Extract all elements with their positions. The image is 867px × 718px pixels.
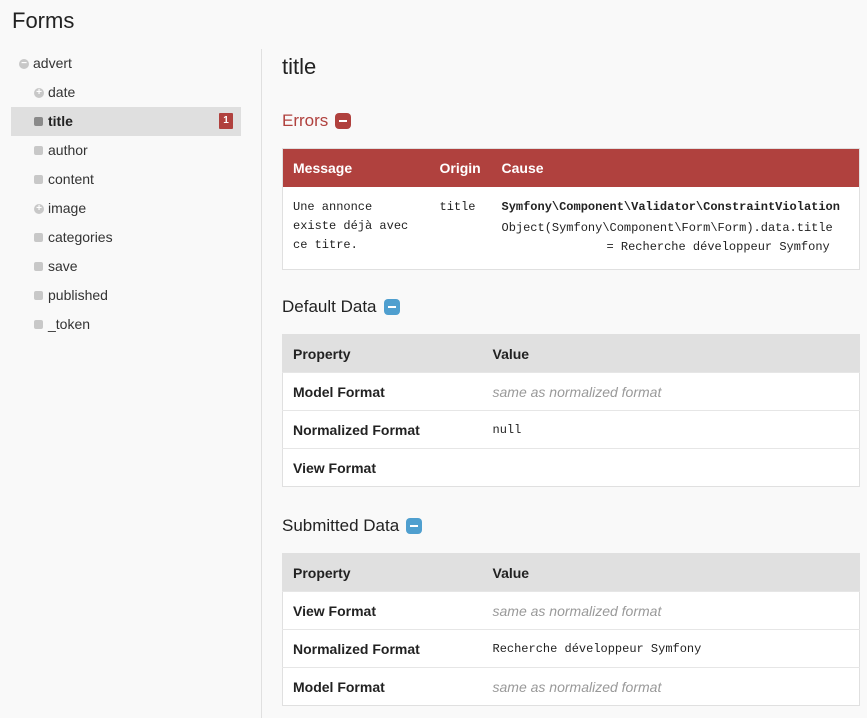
property-value [482, 448, 860, 487]
errors-table: Message Origin Cause Une annonce existe … [282, 148, 860, 270]
sidebar-divider [261, 49, 262, 718]
field-title: title [282, 54, 317, 79]
error-message-line: ce titre. [293, 237, 358, 252]
table-row: Model Format same as normalized format [282, 667, 860, 706]
property-value: same as normalized format [482, 372, 860, 411]
collapse-default-data-icon[interactable] [383, 299, 400, 315]
table-row: Une annonce existe déjà avec ce titre. t… [283, 187, 860, 270]
error-origin: title [439, 199, 476, 214]
square-bullet-icon [34, 117, 43, 126]
tree-item-advert[interactable]: − advert [11, 49, 241, 78]
square-bullet-icon [34, 262, 43, 271]
square-bullet-icon [34, 320, 43, 329]
table-row: Normalized Format null [282, 410, 860, 449]
property-name: Normalized Format [282, 629, 483, 668]
table-row: View Format [282, 448, 860, 487]
tree-item-label: author [48, 142, 88, 158]
property-name: View Format [282, 448, 483, 487]
table-row: Normalized Format Recherche développeur … [282, 629, 860, 668]
collapse-submitted-data-icon[interactable] [406, 518, 423, 534]
errors-heading-label: Errors [282, 111, 329, 130]
col-header-origin: Origin [429, 148, 492, 187]
table-row: View Format same as normalized format [282, 591, 860, 630]
col-header-value: Value [482, 334, 860, 373]
property-name: Model Format [282, 372, 483, 411]
tree-item-date[interactable]: + date [11, 78, 241, 107]
expand-circle-icon[interactable]: + [34, 88, 44, 98]
default-data-heading: Default Data [282, 297, 400, 317]
collapse-circle-icon[interactable]: − [19, 59, 29, 69]
square-bullet-icon [34, 291, 43, 300]
form-tree: − advert + date title 1 author content +… [11, 49, 241, 339]
error-message-line: Une annonce [293, 199, 373, 214]
submitted-data-heading: Submitted Data [282, 516, 423, 536]
tree-item-label: categories [48, 229, 113, 245]
tree-item-label: image [48, 200, 87, 216]
square-bullet-icon [34, 175, 43, 184]
col-header-property: Property [282, 553, 483, 592]
col-header-property: Property [282, 334, 483, 373]
tree-item-token[interactable]: _token [11, 310, 241, 339]
square-bullet-icon [34, 146, 43, 155]
cause-class: Symfony\Component\Validator\ConstraintVi… [501, 199, 840, 214]
tree-item-label: content [48, 171, 94, 187]
page-title: Forms [12, 8, 75, 33]
tree-item-image[interactable]: + image [11, 194, 241, 223]
error-message-line: existe déjà avec [293, 218, 409, 233]
tree-item-content[interactable]: content [11, 165, 241, 194]
tree-item-label: save [48, 258, 78, 274]
errors-heading: Errors [282, 111, 352, 131]
property-name: Normalized Format [282, 410, 483, 449]
submitted-data-heading-label: Submitted Data [282, 516, 400, 535]
tree-item-label: date [48, 84, 76, 100]
tree-item-title[interactable]: title 1 [11, 107, 241, 136]
error-cause: Symfony\Component\Validator\ConstraintVi… [492, 187, 860, 270]
expand-circle-icon[interactable]: + [34, 204, 44, 214]
col-header-value: Value [482, 553, 860, 592]
tree-item-label: title [48, 113, 73, 129]
default-data-heading-label: Default Data [282, 297, 377, 316]
property-value: Recherche développeur Symfony [482, 629, 860, 668]
tree-item-author[interactable]: author [11, 136, 241, 165]
table-row: Model Format same as normalized format [282, 372, 860, 411]
collapse-errors-icon[interactable] [335, 113, 352, 129]
tree-item-save[interactable]: save [11, 252, 241, 281]
cause-path: Object(Symfony\Component\Form\Form).data… [501, 220, 833, 235]
tree-item-label: published [48, 287, 108, 303]
col-header-message: Message [282, 148, 430, 187]
tree-item-label: _token [48, 316, 91, 332]
default-data-table: Property Value Model Format same as norm… [282, 334, 860, 487]
submitted-data-table: Property Value View Format same as norma… [282, 553, 860, 706]
square-bullet-icon [34, 233, 43, 242]
property-name: Model Format [282, 667, 483, 706]
property-value: null [482, 410, 860, 449]
cause-value: = Recherche développeur Symfony [606, 239, 830, 254]
tree-item-label: advert [33, 55, 72, 71]
error-message: Une annonce existe déjà avec ce titre. [283, 187, 430, 270]
tree-item-published[interactable]: published [11, 281, 241, 310]
property-value: same as normalized format [482, 591, 860, 630]
property-name: View Format [282, 591, 483, 630]
property-value: same as normalized format [482, 667, 860, 706]
error-count-badge: 1 [219, 113, 233, 129]
col-header-cause: Cause [491, 148, 860, 187]
tree-item-categories[interactable]: categories [11, 223, 241, 252]
